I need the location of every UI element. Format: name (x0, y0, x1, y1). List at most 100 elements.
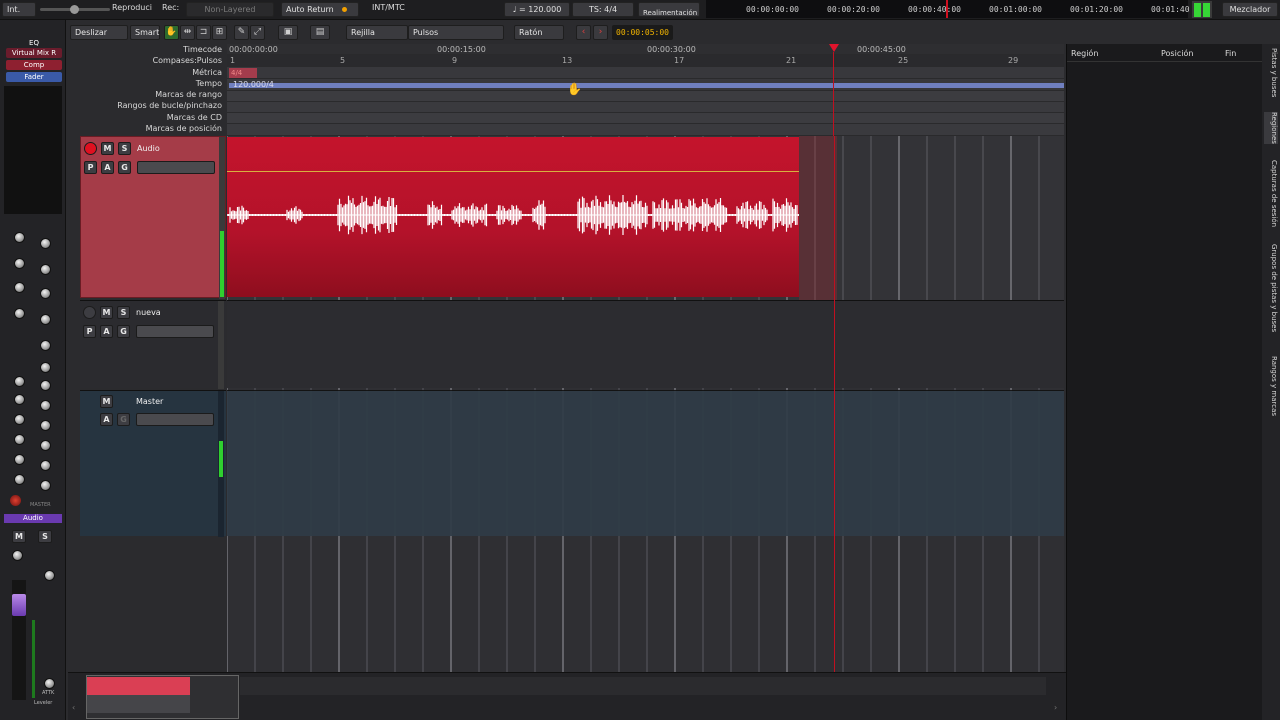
tab-snapshots[interactable]: Capturas de sesión (1264, 160, 1278, 227)
knob-icon[interactable] (40, 362, 51, 373)
timecode-ruler[interactable]: 00:00:00:00 00:00:15:00 00:00:30:00 00:0… (227, 44, 1064, 55)
playlist-button[interactable]: P (84, 161, 97, 174)
pan-knob-icon[interactable] (44, 570, 55, 581)
meter-marker[interactable]: 4/4 (229, 68, 257, 78)
edit-point-dropdown[interactable]: Ratón (514, 25, 564, 40)
knob-icon[interactable] (14, 308, 25, 319)
group-button[interactable]: G (117, 325, 130, 338)
group-button[interactable]: G (117, 413, 130, 426)
gain-slider[interactable] (136, 325, 214, 338)
knob-icon[interactable] (40, 288, 51, 299)
knob-icon[interactable] (14, 232, 25, 243)
range-ruler[interactable] (227, 91, 1064, 102)
group-button[interactable]: G (118, 161, 131, 174)
knob-icon[interactable] (40, 264, 51, 275)
attack-knob-icon[interactable] (44, 678, 55, 689)
stretch-tool-icon[interactable]: ⊞ (212, 25, 227, 40)
timeline-rulers[interactable]: 00:00:00:00 00:00:15:00 00:00:30:00 00:0… (227, 44, 1064, 136)
editor-canvas[interactable] (227, 136, 1064, 672)
playhead-marker-icon[interactable] (829, 44, 839, 52)
column-region[interactable]: Región (1071, 49, 1098, 58)
knob-icon[interactable] (14, 434, 25, 445)
internal-sync-button[interactable]: Int. (2, 2, 36, 17)
knob-icon[interactable] (14, 414, 25, 425)
solo-button[interactable]: S (117, 306, 130, 319)
mini-timeline[interactable]: 00:00:00:00 00:00:20:00 00:00:40:00 00:0… (706, 0, 1190, 18)
knob-icon[interactable] (40, 380, 51, 391)
knob-icon[interactable] (14, 454, 25, 465)
plugin-comp[interactable]: Comp (6, 60, 62, 70)
knob-icon[interactable] (14, 394, 25, 405)
edit-mode-dropdown[interactable]: Deslizar (70, 25, 128, 40)
meter-ruler[interactable]: 4/4 (227, 67, 1064, 79)
layer-mode-dropdown[interactable]: Non-Layered (186, 2, 274, 17)
auto-return-button[interactable]: Auto Return (281, 2, 359, 17)
knob-icon[interactable] (40, 340, 51, 351)
track-header-master[interactable]: M Master A G (80, 390, 226, 537)
plugin-fader[interactable]: Fader (6, 72, 62, 82)
trim-knob-icon[interactable] (12, 550, 23, 561)
summary-viewport[interactable] (86, 675, 239, 719)
knob-icon[interactable] (14, 376, 25, 387)
plugin-eq[interactable]: EQ (6, 38, 62, 48)
zoom-focus-icon[interactable]: ▣ (278, 25, 298, 40)
mixer-button[interactable]: Mezclador (1222, 2, 1278, 17)
knob-icon[interactable] (40, 460, 51, 471)
column-end[interactable]: Fin (1225, 49, 1236, 58)
sync-source[interactable]: INT/MTC (372, 3, 405, 12)
time-signature-display[interactable]: TS: 4/4 (572, 2, 634, 17)
shuttle-slider[interactable] (40, 5, 110, 14)
audition-tool-icon[interactable]: ⤢ (250, 25, 265, 40)
plugin-virtual-mix[interactable]: Virtual Mix R (6, 48, 62, 58)
draw-tool-icon[interactable]: ✎ (234, 25, 249, 40)
feedback-indicator[interactable]: Realimentación (638, 2, 700, 17)
tab-regions[interactable]: Regiones (1264, 112, 1278, 144)
lane-master[interactable] (227, 390, 1064, 536)
record-arm-button[interactable] (83, 306, 96, 319)
tab-ranges-marks[interactable]: Rangos y marcas (1264, 356, 1278, 416)
knob-icon[interactable] (40, 480, 51, 491)
strip-solo-button[interactable]: S (38, 530, 52, 543)
knob-icon[interactable] (14, 474, 25, 485)
grab-tool-icon[interactable]: ✋ (164, 25, 179, 40)
strip-mute-button[interactable]: M (12, 530, 26, 543)
knob-icon[interactable] (14, 258, 25, 269)
scroll-left-icon[interactable]: ‹ (72, 703, 75, 712)
location-marker-ruler[interactable] (227, 124, 1064, 136)
grid-unit-dropdown[interactable]: Pulsos (408, 25, 504, 40)
knob-icon[interactable] (14, 282, 25, 293)
automation-button[interactable]: A (100, 325, 113, 338)
knob-icon[interactable] (40, 440, 51, 451)
tempo-marker[interactable]: 120.000/4 (233, 80, 274, 89)
column-position[interactable]: Posición (1161, 49, 1193, 58)
snapshot-icon[interactable]: ▤ (310, 25, 330, 40)
mute-button[interactable]: M (101, 142, 114, 155)
tempo-ruler[interactable]: 120.000/4 (227, 79, 1064, 91)
session-summary[interactable]: ‹ › (68, 672, 1066, 720)
mute-button[interactable]: M (100, 306, 113, 319)
automation-button[interactable]: A (101, 161, 114, 174)
tab-track-groups[interactable]: Grupos de pistas y buses (1264, 244, 1278, 332)
gain-slider[interactable] (136, 413, 214, 426)
mute-button[interactable]: M (100, 395, 113, 408)
nudge-back-icon[interactable]: ‹ (576, 25, 591, 40)
track-name[interactable]: Master (136, 397, 163, 406)
nudge-clock[interactable]: 00:00:05:00 (612, 25, 673, 40)
knob-icon[interactable] (40, 238, 51, 249)
playlist-button[interactable]: P (83, 325, 96, 338)
knob-icon[interactable] (40, 420, 51, 431)
record-arm-button[interactable] (84, 142, 97, 155)
knob-icon[interactable] (40, 400, 51, 411)
solo-button[interactable]: S (118, 142, 131, 155)
fader-track[interactable] (12, 580, 26, 700)
smart-mode-button[interactable]: Smart (130, 25, 160, 40)
cut-tool-icon[interactable]: ⊐ (196, 25, 211, 40)
range-tool-icon[interactable]: ⇹ (180, 25, 195, 40)
track-name[interactable]: nueva (136, 308, 161, 317)
bars-beats-ruler[interactable]: 1 5 9 13 17 21 25 29 (227, 55, 1064, 67)
scroll-right-icon[interactable]: › (1054, 703, 1057, 712)
loop-punch-ruler[interactable] (227, 102, 1064, 113)
track-header-audio[interactable]: M S Audio P A G (80, 136, 226, 299)
gain-slider[interactable] (137, 161, 215, 174)
cd-marker-ruler[interactable] (227, 113, 1064, 124)
